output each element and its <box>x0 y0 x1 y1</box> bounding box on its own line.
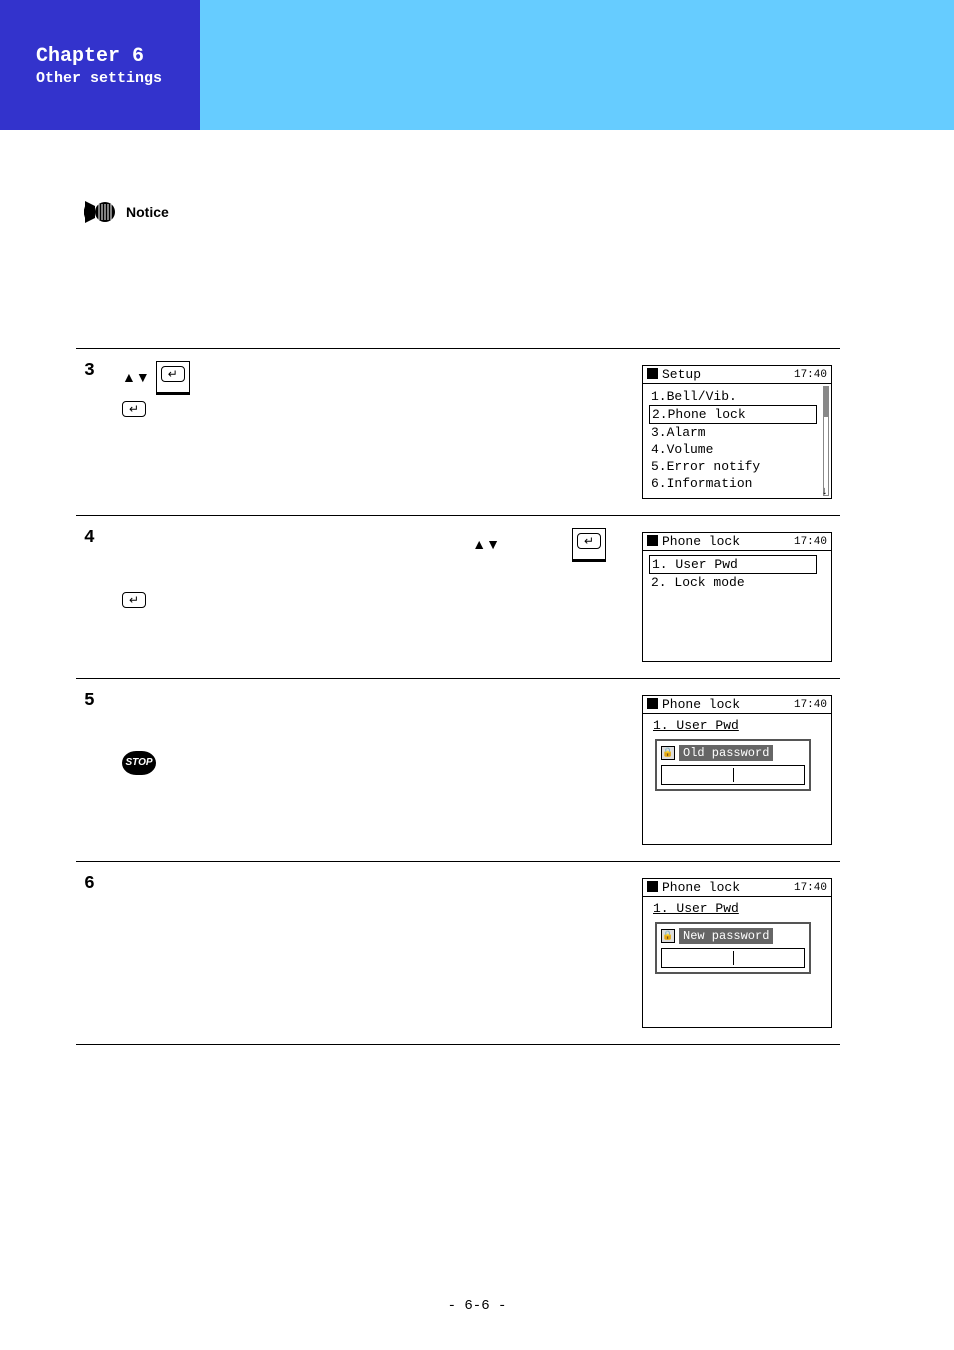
list-item[interactable]: 3.Alarm <box>649 424 817 441</box>
device-screen: Phone lock 17:40 1. User Pwd 2. Lock mod… <box>642 532 832 662</box>
step-number: 4 <box>76 516 114 679</box>
screen-clock: 17:40 <box>794 369 827 381</box>
step-instruction: ▲▼ ↵ ↵ <box>114 349 634 516</box>
password-input[interactable] <box>661 765 805 785</box>
list-item[interactable]: 2. Lock mode <box>649 574 817 591</box>
step-number: 3 <box>76 349 114 516</box>
step-instruction: ▲▼ ↵ ↵ <box>114 516 634 679</box>
lock-icon: 🔒 <box>661 746 675 760</box>
list-item[interactable]: 6.Information <box>649 475 817 492</box>
device-screen: Setup 17:40 1.Bell/Vib. 2.Phone lock 3.A… <box>642 365 832 499</box>
screen-subheader: 1. User Pwd <box>649 718 817 735</box>
step-number: 6 <box>76 862 114 1045</box>
enter-key-icon: ↵ <box>156 361 190 395</box>
notice-label: Notice <box>126 204 169 220</box>
chapter-title: Chapter 6 <box>36 44 200 70</box>
screen-clock: 17:40 <box>794 699 827 711</box>
list-item[interactable]: 2.Phone lock <box>649 405 817 424</box>
scrollbar[interactable] <box>823 386 829 496</box>
menu-square-icon <box>647 535 658 546</box>
screen-subheader: 1. User Pwd <box>649 901 817 918</box>
list-item[interactable]: 1.Bell/Vib. <box>649 388 817 405</box>
screen-title: Setup <box>662 367 701 382</box>
lock-icon: 🔒 <box>661 929 675 943</box>
list-item[interactable]: 1. User Pwd <box>649 555 817 574</box>
chapter-subtitle: Other settings <box>36 70 200 87</box>
table-row: 6 Phone lock 17:40 1. User Pwd 🔒 New pas… <box>76 862 840 1045</box>
table-row: 5 STOP Phone lock 17:40 1. User Pwd 🔒 Ol… <box>76 679 840 862</box>
header-accent <box>200 0 954 130</box>
menu-square-icon <box>647 881 658 892</box>
steps-table: 3 ▲▼ ↵ ↵ Setup 17:40 1.Bell/Vib. 2.Phone… <box>76 348 840 1045</box>
page-header: Chapter 6 Other settings <box>0 0 954 130</box>
screen-title: Phone lock <box>662 534 740 549</box>
scroll-down-icon: ↓ <box>821 486 828 498</box>
chapter-block: Chapter 6 Other settings <box>0 0 200 130</box>
password-label: New password <box>679 928 773 944</box>
device-screen: Phone lock 17:40 1. User Pwd 🔒 New passw… <box>642 878 832 1028</box>
page-number: - 6-6 - <box>0 1298 954 1314</box>
step-screenshot: Phone lock 17:40 1. User Pwd 🔒 New passw… <box>634 862 840 1045</box>
screen-clock: 17:40 <box>794 536 827 548</box>
list-item[interactable]: 5.Error notify <box>649 458 817 475</box>
step-screenshot: Setup 17:40 1.Bell/Vib. 2.Phone lock 3.A… <box>634 349 840 516</box>
notice-icon <box>84 200 116 224</box>
step-screenshot: Phone lock 17:40 1. User Pwd 🔒 Old passw… <box>634 679 840 862</box>
password-label: Old password <box>679 745 773 761</box>
menu-square-icon <box>647 368 658 379</box>
notice-callout: Notice <box>84 200 169 224</box>
list-item[interactable]: 4.Volume <box>649 441 817 458</box>
menu-square-icon <box>647 698 658 709</box>
screen-menu-list: 1.Bell/Vib. 2.Phone lock 3.Alarm 4.Volum… <box>649 388 817 492</box>
screen-title: Phone lock <box>662 880 740 895</box>
screen-menu-list: 1. User Pwd 2. Lock mode <box>649 555 817 591</box>
table-row: 4 ▲▼ ↵ ↵ Phone lock 17:40 1. User Pwd <box>76 516 840 679</box>
password-box: 🔒 New password <box>655 922 811 974</box>
enter-key-icon: ↵ <box>122 401 146 417</box>
updown-icon: ▲▼ <box>122 367 150 389</box>
device-screen: Phone lock 17:40 1. User Pwd 🔒 Old passw… <box>642 695 832 845</box>
password-input[interactable] <box>661 948 805 968</box>
step-instruction <box>114 862 634 1045</box>
stop-button-icon: STOP <box>122 751 156 775</box>
updown-icon: ▲▼ <box>472 534 500 556</box>
screen-title: Phone lock <box>662 697 740 712</box>
step-screenshot: Phone lock 17:40 1. User Pwd 2. Lock mod… <box>634 516 840 679</box>
table-row: 3 ▲▼ ↵ ↵ Setup 17:40 1.Bell/Vib. 2.Phone… <box>76 349 840 516</box>
enter-key-icon: ↵ <box>122 592 146 608</box>
screen-clock: 17:40 <box>794 882 827 894</box>
step-instruction: STOP <box>114 679 634 862</box>
enter-key-icon: ↵ <box>572 528 606 562</box>
step-number: 5 <box>76 679 114 862</box>
password-box: 🔒 Old password <box>655 739 811 791</box>
